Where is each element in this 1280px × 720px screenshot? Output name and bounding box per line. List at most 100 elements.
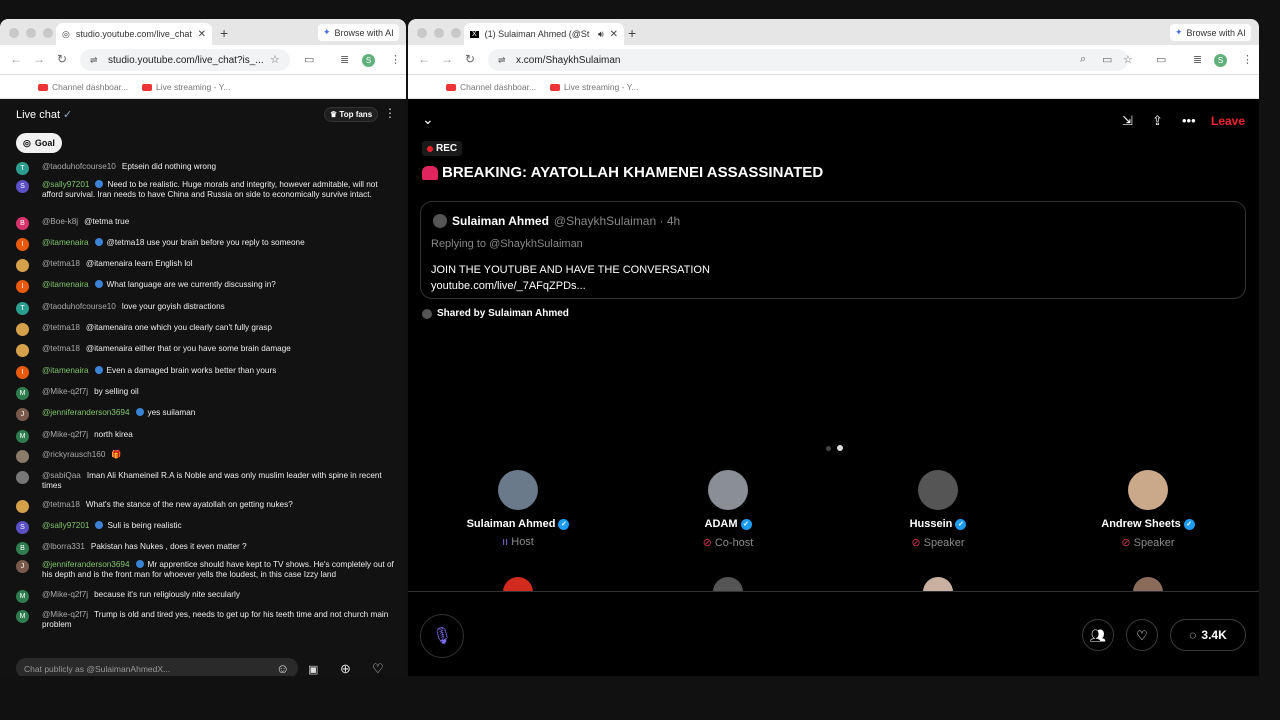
window-controls[interactable] [9,28,53,38]
avatar[interactable]: M [16,610,29,623]
message-author[interactable]: @taoduhofcourse10 [42,162,116,171]
message-author[interactable]: @tetma18 [42,323,80,332]
new-tab-icon[interactable]: + [220,25,228,41]
message-author[interactable]: @Mike-q2f7j [42,387,88,396]
goal-chip[interactable]: ◎ Goal [16,133,62,153]
avatar[interactable]: S [16,521,29,534]
site-info-icon[interactable]: ⇌ [90,55,98,66]
message-author[interactable]: @sally97201 [42,180,89,189]
message-author[interactable]: @itamenaira [42,280,89,289]
zoom-icon[interactable]: ⌕ [1080,53,1086,66]
profile-avatar[interactable]: S [1214,54,1227,67]
page-dot-active[interactable] [837,445,843,451]
listener-avatar[interactable] [713,577,743,592]
share-icon[interactable]: ⇪ [1152,113,1163,129]
avatar[interactable]: T [16,302,29,315]
message-author[interactable]: @jenniferanderson3694 [42,408,130,417]
avatar[interactable]: B [16,542,29,555]
message-author[interactable]: @tetma18 [42,259,80,268]
address-bar[interactable]: ⇌ studio.youtube.com/live_chat?is_... [80,49,290,71]
browse-with-ai-button[interactable]: ✦ Browse with AI [1170,24,1251,41]
avatar[interactable]: I [16,238,29,251]
menu-icon[interactable]: ⋮ [390,53,401,66]
profile-avatar[interactable]: S [362,54,375,67]
cast-icon[interactable]: ▭ [1102,53,1112,66]
avatar[interactable] [16,450,29,463]
message-author[interactable]: @Boe-k8j [42,217,78,226]
avatar[interactable]: M [16,387,29,400]
address-bar[interactable]: ⇌ x.com/ShaykhSulaiman [488,49,1128,71]
chat-menu-icon[interactable]: ⋮ [384,106,396,120]
speaker-card[interactable]: ADAM ✓ ⊘ Co-host [638,470,818,549]
bookmark-live-streaming[interactable]: Live streaming - Y... [550,82,638,92]
tab-live-chat[interactable]: ◎ studio.youtube.com/live_chat ✕ [56,23,212,45]
screen-icon[interactable]: ▭ [1156,53,1166,66]
browse-with-ai-button[interactable]: ✦ Browse with AI [318,24,399,41]
message-author[interactable]: @Mike-q2f7j [42,610,88,619]
pinned-tweet-card[interactable]: Sulaiman Ahmed @ShaykhSulaiman · 4h Repl… [420,201,1246,299]
comments-button[interactable]: ◌ 3.4K [1170,619,1246,651]
tweet-link[interactable]: youtube.com/live/_7AFqZPDs... [431,278,710,294]
message-author[interactable]: @sabiQaa [42,471,81,480]
avatar[interactable]: J [16,560,29,573]
message-author[interactable]: @Mike-q2f7j [42,430,88,439]
heart-icon[interactable]: ♡ [372,661,384,676]
chat-input[interactable]: Chat publicly as @SulaimanAhmedX... [16,658,298,676]
top-fans-button[interactable]: ♛ Top fans [324,107,379,122]
back-icon[interactable]: ← [418,52,430,66]
emoji-icon[interactable]: ☺ [276,661,289,676]
message-author[interactable]: @sally97201 [42,521,89,530]
reactions-button[interactable]: ♡ [1126,619,1158,651]
message-author[interactable]: @Mike-q2f7j [42,590,88,599]
leave-button[interactable]: Leave [1211,114,1245,128]
avatar[interactable]: J [16,408,29,421]
avatar[interactable]: B [16,217,29,230]
site-info-icon[interactable]: ⇌ [498,55,506,66]
reload-icon[interactable]: ↻ [465,52,475,66]
window-controls[interactable] [417,28,461,38]
forward-icon[interactable]: → [441,52,453,66]
extensions-icon[interactable]: ≣ [1193,53,1202,66]
message-author[interactable]: @lborra331 [42,542,85,551]
speaker-card[interactable]: Sulaiman Ahmed ✓ ıı Host [428,470,608,548]
avatar[interactable]: M [16,430,29,443]
add-icon[interactable]: ⊕ [340,661,351,676]
chevron-down-icon[interactable]: ⌄ [422,111,434,128]
avatar[interactable] [16,500,29,513]
message-author[interactable]: @jenniferanderson3694 [42,560,130,569]
bookmark-channel-dashboard[interactable]: Channel dashboar... [446,82,536,92]
avatar[interactable]: M [16,590,29,603]
menu-icon[interactable]: ⋮ [1242,53,1253,66]
avatar[interactable]: T [16,162,29,175]
avatar[interactable]: I [16,280,29,293]
avatar[interactable]: I [16,366,29,379]
message-author[interactable]: @taoduhofcourse10 [42,302,116,311]
people-button[interactable]: 👥︎ [1082,619,1114,651]
reload-icon[interactable]: ↻ [57,52,67,66]
screen-icon[interactable]: ▭ [304,53,314,66]
listener-avatar[interactable] [503,577,533,592]
close-tab-icon[interactable]: ✕ [198,29,206,40]
speaker-card[interactable]: Andrew Sheets ✓ ⊘ Speaker [1058,470,1238,549]
new-tab-icon[interactable]: + [628,25,636,41]
speaker-card[interactable]: Hussein ✓ ⊘ Speaker [848,470,1028,549]
avatar[interactable]: S [16,180,29,193]
super-chat-icon[interactable]: ▣ [308,663,318,676]
message-author[interactable]: @tetma18 [42,344,80,353]
bookmark-channel-dashboard[interactable]: Channel dashboar... [38,82,128,92]
microphone-button[interactable]: 🎙︎ [420,614,464,658]
bookmark-star-icon[interactable]: ☆ [1123,53,1133,66]
listener-avatar[interactable] [1133,577,1163,592]
tab-x-profile[interactable]: X (1) Sulaiman Ahmed (@St 🔊︎ ✕ [464,23,624,45]
minimize-icon[interactable]: ⇲ [1122,113,1133,129]
back-icon[interactable]: ← [10,52,22,66]
avatar[interactable] [16,259,29,272]
avatar[interactable] [16,471,29,484]
bookmark-star-icon[interactable]: ☆ [270,53,280,66]
message-author[interactable]: @itamenaira [42,366,89,375]
listener-avatar[interactable] [923,577,953,592]
bookmark-live-streaming[interactable]: Live streaming - Y... [142,82,230,92]
extensions-icon[interactable]: ≣ [340,53,349,66]
close-tab-icon[interactable]: ✕ [610,29,618,40]
avatar[interactable] [16,323,29,336]
